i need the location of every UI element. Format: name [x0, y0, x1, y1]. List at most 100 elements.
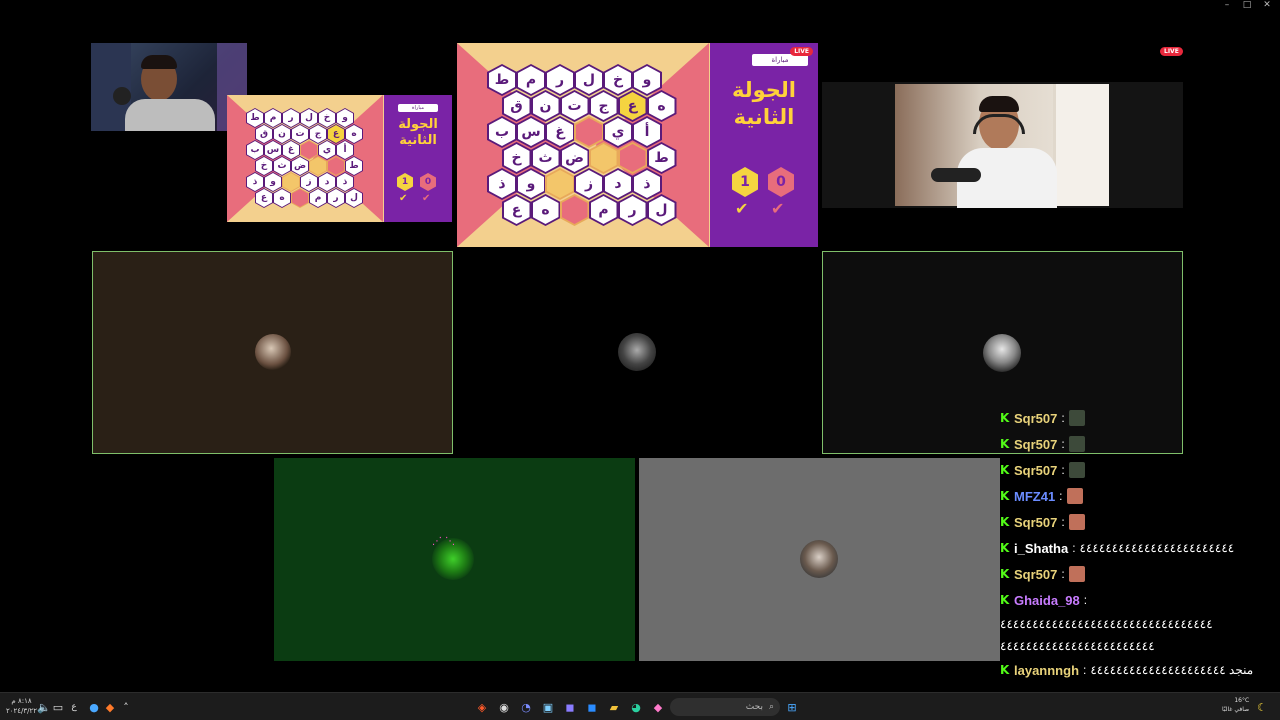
- chat-username[interactable]: Sqr507: [1014, 567, 1057, 582]
- bookshelf: [1053, 84, 1109, 206]
- guest-webcam-right-frame: [822, 82, 1183, 208]
- check-icon-pink: ✔: [422, 193, 431, 204]
- spark-icon: ⋰ ⋱: [432, 536, 456, 547]
- close-button[interactable]: ✕: [1260, 0, 1274, 10]
- guest-hair: [979, 96, 1019, 112]
- kick-badge-icon: K: [1000, 567, 1010, 581]
- round-panel-large: مباراة الجولة الثانية 1 0 ✔ ✔: [710, 43, 818, 247]
- kick-badge-icon: K: [1000, 663, 1010, 677]
- network-icon[interactable]: ▭: [50, 699, 66, 715]
- chat-separator: :: [1061, 411, 1065, 425]
- chat-username[interactable]: Sqr507: [1014, 437, 1057, 452]
- kick-badge-icon: K: [1000, 515, 1010, 529]
- participant-tile-4[interactable]: ⋰ ⋱: [274, 458, 635, 661]
- participant-avatar: [800, 540, 838, 578]
- chat-separator: :: [1072, 541, 1076, 555]
- kick-badge-icon: K: [1000, 463, 1010, 477]
- chevron-up-icon[interactable]: ˄: [118, 699, 134, 715]
- chat-text: ٤٤٤٤٤٤٤٤٤٤٤٤٤٤٤٤٤٤٤٤٤٤٤٤: [1079, 541, 1235, 555]
- windows-start-icon[interactable]: ⊞: [784, 699, 800, 715]
- chat-username[interactable]: Sqr507: [1014, 515, 1057, 530]
- check-icon-pink: ✔: [771, 199, 785, 218]
- game-board-small: طمرلخوقنتجعهبسغيأخثضطذوزدذعهمرل مباراة ا…: [227, 95, 452, 222]
- chat-message: K Ghaida_98:: [1000, 587, 1262, 613]
- chat-separator: :: [1083, 663, 1087, 677]
- minimize-button[interactable]: –: [1220, 0, 1234, 10]
- round-title-line2: الثانية: [733, 105, 795, 129]
- kick-badge-icon: K: [1000, 541, 1010, 555]
- chat-emote: [1068, 514, 1085, 530]
- chat-separator: :: [1083, 593, 1088, 607]
- outlook-icon[interactable]: ◼: [584, 699, 600, 715]
- live-badge-top-right: LIVE: [1160, 47, 1183, 56]
- check-icon-yellow: ✔: [735, 199, 749, 218]
- hex-grid-small: طمرلخوقنتجعهبسغيأخثضطذوزدذعهمرل: [227, 95, 383, 222]
- mic-tray-icon[interactable]: ●: [86, 699, 102, 715]
- participant-tile-5[interactable]: [639, 458, 1000, 661]
- search-placeholder: بحث: [745, 702, 763, 712]
- participant-tile-2[interactable]: [457, 251, 818, 454]
- round-title-line1: الجولة: [731, 78, 796, 102]
- chat-separator: :: [1061, 567, 1065, 581]
- chat-username[interactable]: Sqr507: [1014, 411, 1057, 426]
- app-tray-icon[interactable]: ◆: [102, 699, 118, 715]
- chat-message: K Sqr507:: [1000, 457, 1262, 483]
- chat-overlay: K Sqr507: K Sqr507: K Sqr507: K MFZ41: K Sqr507: K…: [1000, 405, 1262, 683]
- chat-message: K Sqr507:: [1000, 405, 1262, 431]
- clock[interactable]: ٨:١٨ م ٢٠٢٤/٣/٢٢: [6, 696, 37, 716]
- chat-separator: :: [1061, 437, 1065, 451]
- chat-text: منجد ٤٤٤٤٤٤٤٤٤٤٤٤٤٤٤٤٤٤٤٤٤: [1090, 663, 1254, 677]
- round-title-line1: الجولة: [398, 117, 438, 132]
- streamer-body: [125, 99, 215, 131]
- microphone-icon: [931, 168, 981, 182]
- match-button-small[interactable]: مباراة: [398, 104, 438, 112]
- check-icon-yellow: ✔: [399, 193, 408, 204]
- guest-webcam-right: [895, 84, 1109, 208]
- chat-username[interactable]: Sqr507: [1014, 463, 1057, 478]
- clock-date: ٢٠٢٤/٣/٢٢: [6, 707, 38, 715]
- weather-widget[interactable]: 16°C صافي غالبًا: [1222, 696, 1249, 714]
- score-yellow-small: 1: [397, 173, 413, 191]
- clock-time: ٨:١٨ م: [11, 697, 32, 705]
- terminal-icon[interactable]: ▣: [540, 699, 556, 715]
- chat-separator: :: [1059, 489, 1063, 503]
- taskbar: ٨:١٨ م ٢٠٢٤/٣/٢٢ 🔈 ▭ ع ● ◆ ˄ ◈ ◉ ◔ ▣ ◼ ◼…: [0, 692, 1280, 720]
- chat-username[interactable]: i_Shatha: [1014, 541, 1068, 556]
- chat-username[interactable]: Ghaida_98: [1014, 593, 1080, 608]
- teams-icon[interactable]: ◼: [562, 699, 578, 715]
- microphone-icon: [113, 87, 131, 105]
- copilot-icon[interactable]: ◆: [650, 699, 666, 715]
- chat-message: K Sqr507:: [1000, 509, 1262, 535]
- chat-message: K MFZ41:: [1000, 483, 1262, 509]
- chat-message: Klayannngh: منجد ٤٤٤٤٤٤٤٤٤٤٤٤٤٤٤٤٤٤٤٤٤: [1000, 657, 1262, 683]
- taskbar-search[interactable]: بحث ⌕: [670, 698, 780, 716]
- obs-icon[interactable]: ◉: [496, 699, 512, 715]
- participant-tile-1[interactable]: [92, 251, 453, 454]
- maximize-button[interactable]: □: [1240, 0, 1254, 10]
- round-title-small: الجولة الثانية: [384, 117, 452, 149]
- chat-emote: [1066, 488, 1083, 504]
- file-explorer-icon[interactable]: ▰: [606, 699, 622, 715]
- round-panel-small: مباراة الجولة الثانية 1 0 ✔ ✔: [384, 95, 452, 222]
- search-icon: ⌕: [768, 702, 774, 712]
- chat-username[interactable]: MFZ41: [1014, 489, 1055, 504]
- chat-username[interactable]: layannngh: [1014, 663, 1079, 678]
- brave-browser-icon[interactable]: ◈: [474, 699, 490, 715]
- round-title-large: الجولة الثانية: [710, 77, 818, 131]
- kick-badge-icon: K: [1000, 593, 1010, 607]
- weather-temp: 16°C: [1234, 697, 1250, 704]
- chat-separator: :: [1061, 515, 1065, 529]
- chat-message: Ki_Shatha:٤٤٤٤٤٤٤٤٤٤٤٤٤٤٤٤٤٤٤٤٤٤٤٤: [1000, 535, 1262, 561]
- chat-message: K Sqr507:: [1000, 431, 1262, 457]
- score-pink-small: 0: [420, 173, 436, 191]
- discord-icon[interactable]: ◔: [518, 699, 534, 715]
- streamer-webcam-left: [91, 43, 247, 131]
- kick-badge-icon: K: [1000, 411, 1010, 425]
- kick-badge-icon: K: [1000, 437, 1010, 451]
- edge-icon[interactable]: ◕: [628, 699, 644, 715]
- hex-grid-large: طمرلخوقنتجعهبسغيأخثضطذوزدذعهمرل: [457, 43, 709, 247]
- language-indicator[interactable]: ع: [66, 699, 82, 715]
- kick-badge-icon: K: [1000, 489, 1010, 503]
- live-badge: LIVE: [790, 47, 813, 56]
- chat-wrapped-line: ٤٤٤٤٤٤٤٤٤٤٤٤٤٤٤٤٤٤٤٤٤٤٤٤: [1000, 639, 1155, 653]
